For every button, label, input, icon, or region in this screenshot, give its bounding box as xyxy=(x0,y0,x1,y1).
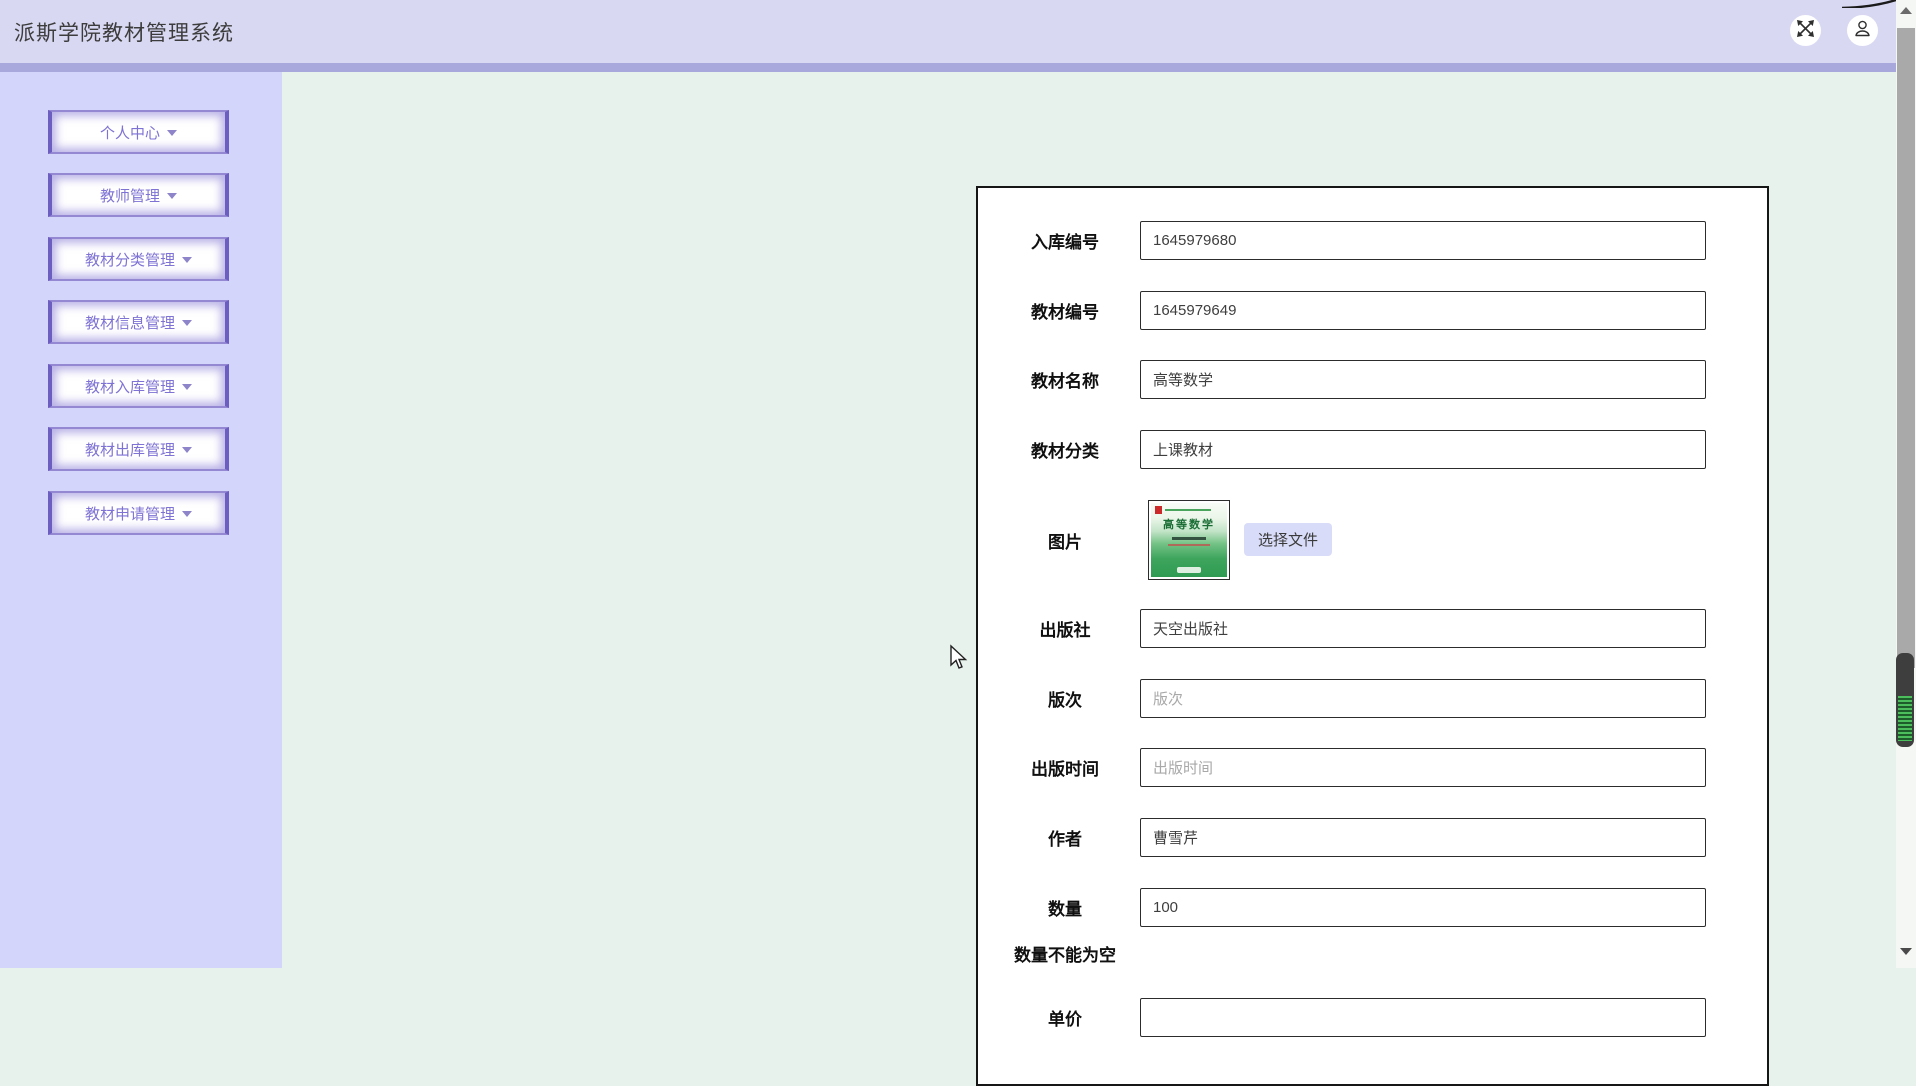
book-cover-subtitle-bar2 xyxy=(1168,544,1210,546)
field-label: 数量 xyxy=(1048,900,1082,919)
sidebar-item-apply-mgmt[interactable]: 教材申请管理 xyxy=(48,491,229,535)
sidebar-item-teacher-mgmt[interactable]: 教师管理 xyxy=(48,173,229,217)
user-icon xyxy=(1852,18,1873,44)
form-row-quantity: 数量 100 xyxy=(978,888,1767,927)
field-label: 教材分类 xyxy=(1031,442,1099,461)
main-content: 入库编号 1645979680 教材编号 1645979649 教材名称 高等数… xyxy=(282,72,1896,1086)
publisher-input[interactable]: 天空出版社 xyxy=(1140,609,1706,648)
form-row-image: 图片 高等数学 选择文件 xyxy=(978,485,1767,595)
sidebar-item-label: 教材申请管理 xyxy=(84,505,175,523)
input-placeholder: 版次 xyxy=(1153,691,1184,708)
field-label: 出版社 xyxy=(1039,621,1091,640)
input-value: 天空出版社 xyxy=(1153,621,1229,638)
chevron-down-icon xyxy=(182,384,192,390)
app-header: 派斯学院教材管理系统 xyxy=(0,0,1896,63)
input-value: 曹雪芹 xyxy=(1153,830,1199,847)
input-value: 100 xyxy=(1153,899,1179,916)
form-row-textbook-no: 教材编号 1645979649 xyxy=(978,291,1767,330)
form-row-textbook-category: 教材分类 上课教材 xyxy=(978,430,1767,469)
textbook-no-input[interactable]: 1645979649 xyxy=(1140,291,1706,330)
form-row-publish-time: 出版时间 出版时间 xyxy=(978,748,1767,787)
form-row-unit-price: 单价 xyxy=(978,998,1767,1037)
chevron-down-icon xyxy=(167,130,177,136)
book-cover-title: 高等数学 xyxy=(1163,519,1215,531)
sidebar-item-label: 教材入库管理 xyxy=(84,378,175,396)
sidebar-item-info-mgmt[interactable]: 教材信息管理 xyxy=(48,300,229,344)
page-scrollbar[interactable] xyxy=(1896,0,1916,968)
field-label: 作者 xyxy=(1048,830,1082,849)
input-placeholder: 出版时间 xyxy=(1153,760,1214,777)
book-cover-image: 高等数学 xyxy=(1151,503,1227,577)
sidebar-item-label: 教材出库管理 xyxy=(84,441,175,459)
book-cover-topline xyxy=(1165,509,1211,511)
scrollbar-thumb[interactable] xyxy=(1897,28,1915,668)
sidebar-item-label: 个人中心 xyxy=(99,124,160,142)
input-value: 1645979649 xyxy=(1153,302,1237,319)
field-label: 版次 xyxy=(1048,691,1082,710)
sidebar: 个人中心 教师管理 教材分类管理 教材信息管理 教材入库管理 教材出库管理 教材… xyxy=(0,72,282,968)
quantity-error-message: 数量不能为空 xyxy=(1014,946,1116,965)
sidebar-item-category-mgmt[interactable]: 教材分类管理 xyxy=(48,237,229,281)
textbook-name-input[interactable]: 高等数学 xyxy=(1140,360,1706,399)
fullscreen-button[interactable] xyxy=(1790,15,1821,46)
chevron-down-icon xyxy=(182,320,192,326)
input-value: 1645979680 xyxy=(1153,232,1237,249)
input-value: 上课教材 xyxy=(1153,442,1214,459)
sidebar-item-personal-center[interactable]: 个人中心 xyxy=(48,110,229,154)
user-profile-button[interactable] xyxy=(1847,15,1878,46)
field-label: 教材名称 xyxy=(1031,372,1099,391)
textbook-category-input[interactable]: 上课教材 xyxy=(1140,430,1706,469)
chevron-down-icon xyxy=(182,447,192,453)
sidebar-item-outbound-mgmt[interactable]: 教材出库管理 xyxy=(48,427,229,471)
book-cover-emblem xyxy=(1177,567,1201,573)
publish-time-input[interactable]: 出版时间 xyxy=(1140,748,1706,787)
chevron-down-icon xyxy=(182,257,192,263)
form-row-inbound-no: 入库编号 1645979680 xyxy=(978,221,1767,260)
header-divider-strip xyxy=(0,63,1896,72)
sidebar-item-label: 教师管理 xyxy=(99,187,160,205)
sidebar-item-label: 教材信息管理 xyxy=(84,314,175,332)
author-input[interactable]: 曹雪芹 xyxy=(1140,818,1706,857)
choose-file-button[interactable]: 选择文件 xyxy=(1244,523,1332,556)
field-label: 图片 xyxy=(1048,532,1082,552)
chevron-down-icon xyxy=(167,193,177,199)
scroll-up-arrow-icon[interactable] xyxy=(1900,7,1912,14)
form-row-publisher: 出版社 天空出版社 xyxy=(978,609,1767,648)
form-row-textbook-name: 教材名称 高等数学 xyxy=(978,360,1767,399)
field-label: 单价 xyxy=(1048,1010,1082,1029)
edition-input[interactable]: 版次 xyxy=(1140,679,1706,718)
app-title: 派斯学院教材管理系统 xyxy=(14,21,234,45)
inbound-no-input[interactable]: 1645979680 xyxy=(1140,221,1706,260)
field-label: 教材编号 xyxy=(1031,303,1099,322)
input-value: 高等数学 xyxy=(1153,372,1214,389)
field-label: 入库编号 xyxy=(1031,233,1099,252)
book-cover-subtitle-bar xyxy=(1172,537,1206,540)
textbook-inbound-form: 入库编号 1645979680 教材编号 1645979649 教材名称 高等数… xyxy=(976,186,1769,1086)
scroll-down-arrow-icon[interactable] xyxy=(1900,948,1912,955)
field-label: 出版时间 xyxy=(1031,760,1099,779)
form-row-edition: 版次 版次 xyxy=(978,679,1767,718)
expand-arrows-icon xyxy=(1796,19,1815,43)
book-cover-thumbnail: 高等数学 xyxy=(1148,500,1230,580)
quantity-input[interactable]: 100 xyxy=(1140,888,1706,927)
scrollbar-handle-stripes xyxy=(1898,696,1912,741)
sidebar-item-label: 教材分类管理 xyxy=(84,251,175,269)
unit-price-input[interactable] xyxy=(1140,998,1706,1037)
form-row-author: 作者 曹雪芹 xyxy=(978,818,1767,857)
chevron-down-icon xyxy=(182,511,192,517)
book-cover-seal xyxy=(1155,506,1162,514)
sidebar-item-inbound-mgmt[interactable]: 教材入库管理 xyxy=(48,364,229,408)
